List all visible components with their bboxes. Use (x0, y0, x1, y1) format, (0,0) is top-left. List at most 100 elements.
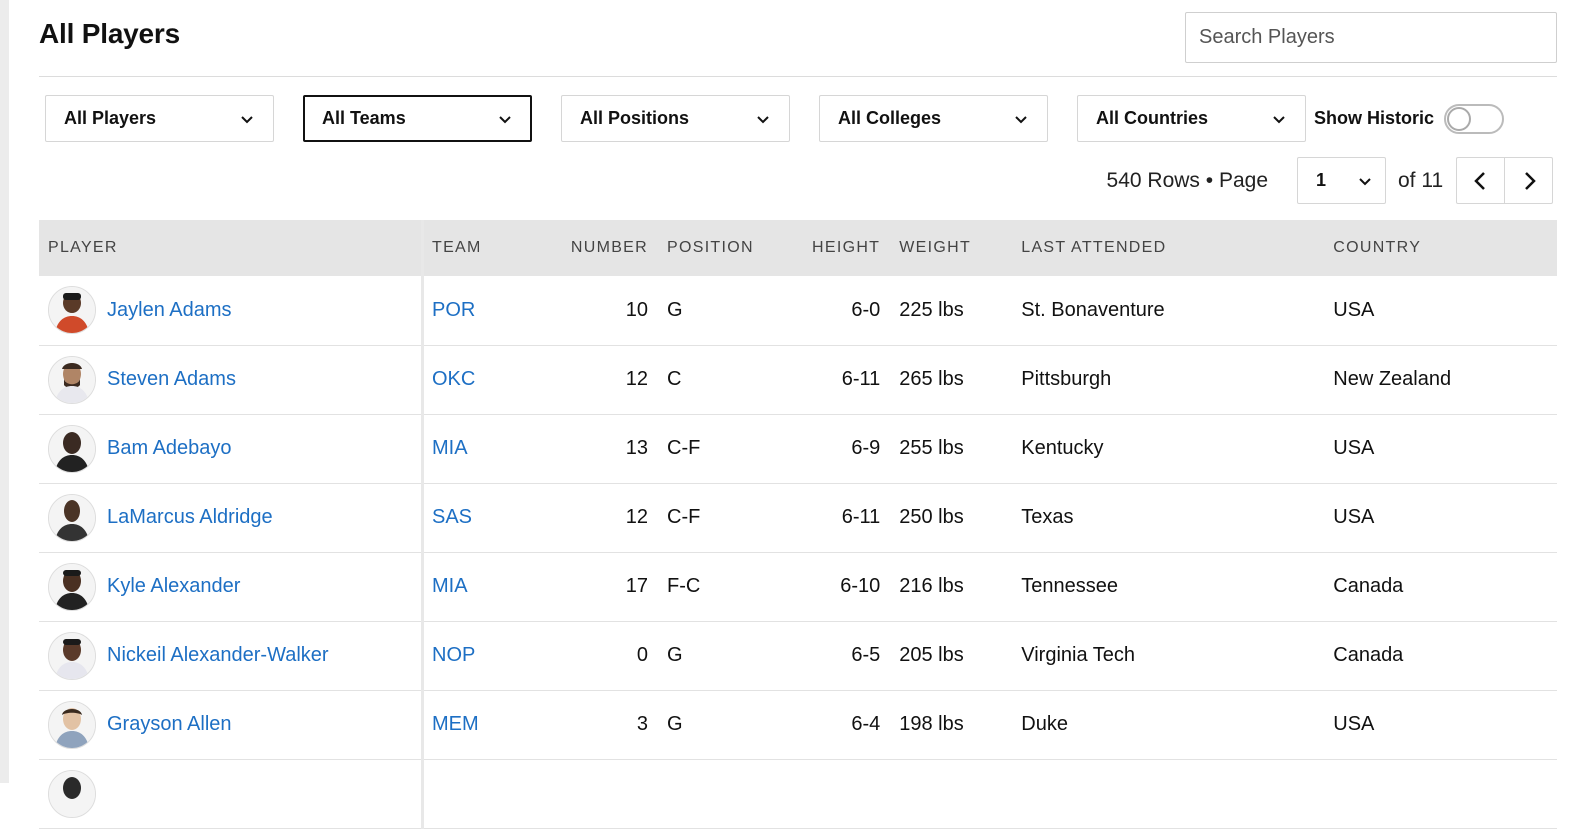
total-pages-label: of 11 (1398, 169, 1444, 192)
col-header-player[interactable]: PLAYER (39, 220, 424, 276)
col-header-country[interactable]: COUNTRY (1333, 220, 1557, 276)
col-header-team[interactable]: TEAM (423, 220, 549, 276)
show-historic-toggle[interactable] (1444, 103, 1505, 134)
table-row (39, 759, 1557, 828)
team-link[interactable]: SAS (432, 506, 472, 528)
player-link[interactable]: Steven Adams (107, 368, 236, 391)
last-attended-cell: Texas (1021, 506, 1074, 528)
avatar (48, 493, 96, 542)
colleges-filter-dropdown[interactable]: All Colleges (819, 95, 1048, 142)
weight-cell: 216 lbs (899, 575, 964, 597)
col-header-height[interactable]: HEIGHT (812, 220, 880, 276)
table-row: Grayson Allen MEM 3 G 6-4 198 lbs Duke U… (39, 690, 1557, 759)
position-cell: G (667, 644, 683, 666)
positions-filter-dropdown[interactable]: All Positions (561, 95, 790, 142)
team-link[interactable]: MEM (432, 713, 479, 735)
height-cell: 6-11 (841, 368, 881, 390)
team-link[interactable]: POR (432, 299, 475, 321)
chevron-down-icon (755, 111, 771, 127)
col-header-number[interactable]: NUMBER (548, 220, 648, 276)
height-cell: 6-11 (841, 506, 881, 528)
team-link[interactable]: NOP (432, 644, 475, 666)
country-cell: USA (1333, 713, 1375, 735)
position-cell (648, 759, 812, 828)
avatar (48, 562, 96, 611)
player-cell: Bam Adebayo (39, 414, 424, 483)
show-historic-label: Show Historic (1314, 108, 1435, 128)
col-header-position[interactable]: POSITION (648, 220, 812, 276)
avatar (48, 286, 96, 335)
left-rail (0, 0, 9, 783)
avatar (48, 355, 96, 404)
position-cell: C-F (667, 506, 701, 528)
team-link[interactable]: OKC (432, 368, 475, 390)
search-players-input[interactable] (1185, 12, 1557, 63)
avatar (48, 631, 96, 680)
last-attended-cell: Virginia Tech (1021, 644, 1136, 666)
chevron-down-icon (1357, 173, 1373, 189)
players-filter-dropdown[interactable]: All Players (45, 95, 274, 142)
players-filter-label: All Players (64, 108, 157, 128)
avatar (48, 700, 96, 749)
position-cell: G (667, 713, 683, 735)
col-header-weight[interactable]: WEIGHT (880, 220, 1021, 276)
height-cell: 6-9 (851, 437, 881, 459)
table-header-row: PLAYER TEAM NUMBER POSITION HEIGHT WEIGH… (39, 220, 1557, 276)
table-row: Steven Adams OKC 12 C 6-11 265 lbs Pitts… (39, 345, 1557, 414)
chevron-right-icon (1524, 171, 1536, 190)
last-attended-cell: Pittsburgh (1021, 368, 1112, 390)
height-cell: 6-10 (840, 575, 881, 597)
weight-cell: 198 lbs (899, 713, 964, 735)
last-attended-cell: Tennessee (1021, 575, 1118, 597)
teams-filter-label: All Teams (322, 108, 406, 128)
page-select[interactable]: 1 (1297, 157, 1386, 204)
last-attended-cell (1021, 759, 1333, 828)
number-cell: 3 (636, 713, 648, 735)
weight-cell: 255 lbs (899, 437, 964, 459)
height-cell: 6-4 (851, 713, 881, 735)
number-cell: 10 (625, 298, 648, 321)
player-cell: Nickeil Alexander-Walker (39, 621, 424, 690)
weight-cell: 250 lbs (899, 506, 964, 528)
table-row: Jaylen Adams POR 10 G 6-0 225 lbs St. Bo… (39, 276, 1557, 345)
teams-filter-dropdown[interactable]: All Teams (303, 95, 532, 142)
table-row: Bam Adebayo MIA 13 C-F 6-9 255 lbs Kentu… (39, 414, 1557, 483)
country-cell (1333, 759, 1557, 828)
team-cell: OKC (423, 345, 549, 414)
number-cell (548, 759, 648, 828)
toggle-knob (1447, 106, 1472, 131)
number-cell: 12 (625, 368, 648, 390)
weight-cell: 225 lbs (899, 298, 964, 321)
prev-page-button[interactable] (1457, 158, 1504, 203)
last-attended-cell: Duke (1021, 713, 1068, 735)
player-cell: Grayson Allen (39, 690, 424, 759)
team-cell: SAS (423, 483, 549, 552)
positions-filter-label: All Positions (580, 108, 690, 128)
player-link[interactable]: LaMarcus Aldridge (107, 506, 273, 529)
countries-filter-label: All Countries (1096, 108, 1209, 128)
team-link[interactable]: MIA (432, 575, 468, 597)
colleges-filter-label: All Colleges (838, 108, 942, 128)
player-link[interactable]: Nickeil Alexander-Walker (107, 644, 329, 667)
team-cell: MEM (423, 690, 549, 759)
team-link[interactable]: MIA (432, 437, 468, 459)
countries-filter-dropdown[interactable]: All Countries (1077, 95, 1306, 142)
country-cell: USA (1333, 437, 1375, 459)
player-cell: Kyle Alexander (39, 552, 424, 621)
next-page-button[interactable] (1504, 158, 1552, 203)
weight-cell (880, 759, 1021, 828)
number-cell: 12 (625, 506, 648, 528)
player-link[interactable]: Bam Adebayo (107, 437, 232, 460)
number-cell: 0 (636, 644, 648, 666)
player-link[interactable]: Jaylen Adams (107, 299, 232, 322)
number-cell: 13 (625, 437, 648, 459)
chevron-down-icon (497, 111, 513, 127)
col-header-last-attended[interactable]: LAST ATTENDED (1021, 220, 1333, 276)
player-link[interactable]: Grayson Allen (107, 713, 232, 736)
player-cell: Steven Adams (39, 345, 424, 414)
position-cell: C-F (667, 437, 701, 459)
height-cell (812, 759, 880, 828)
team-cell: MIA (423, 552, 549, 621)
divider (39, 76, 1557, 77)
player-link[interactable]: Kyle Alexander (107, 575, 240, 598)
